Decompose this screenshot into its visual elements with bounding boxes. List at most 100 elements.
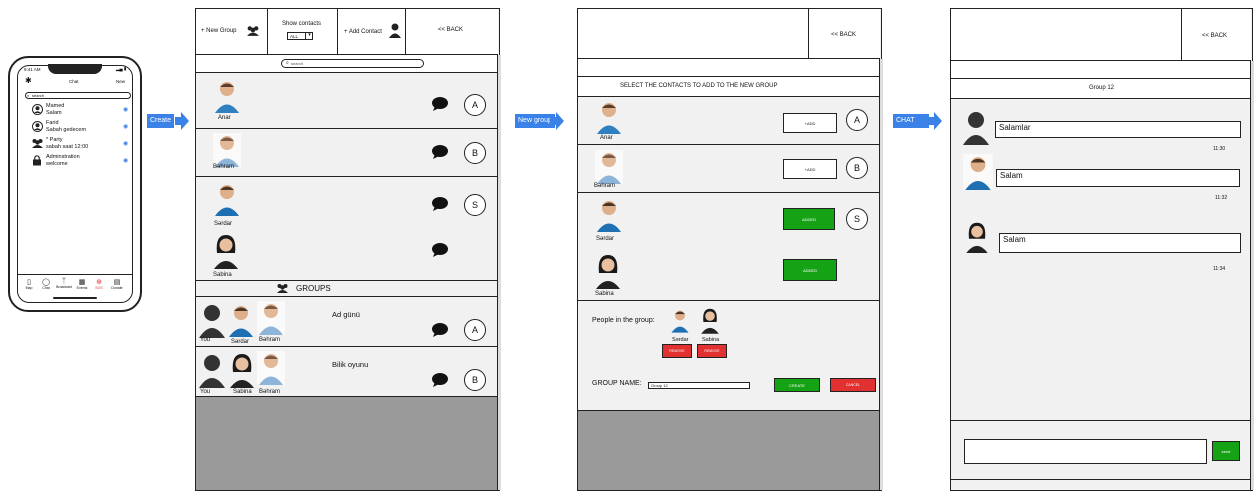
remove-button[interactable]: REMOVE [662,344,692,358]
empty-area [578,411,880,490]
chat-bubble-icon[interactable] [432,323,448,337]
contact-letter-badge: A [846,109,868,131]
new-group-label: + New Group [201,28,237,34]
chat-bubble-icon[interactable] [432,197,448,211]
group-row-bilik-oyunu[interactable]: You Sabina Bəhram Bilik oyunu B [196,347,498,397]
phone-home-indicator [53,297,97,299]
group-name-input[interactable]: Group 12 [648,382,750,389]
member-name: You [200,389,211,395]
flow-label-chat: CHAT [893,114,929,128]
groups-header: GROUPS [196,281,498,297]
added-button[interactable]: ADDED [783,208,835,230]
contact-letter-badge: S [464,194,486,216]
add-button[interactable]: +ADD [783,113,837,133]
member-name: You [200,337,211,343]
phone-nav-sos[interactable]: ⊕ SOS [91,278,107,290]
avatar-silhouette [963,112,989,145]
person-icon [389,23,401,38]
contact-photo [214,235,238,269]
phone-chat-item[interactable]: Farid Sabah gedecem ◉ [30,119,140,136]
lifebuoy-icon: ⊕ [96,279,102,286]
phone-chat-message: Sabah gedecem [46,127,87,133]
show-contacts-select[interactable]: ALL ▾ [287,32,313,40]
contacts-back-button[interactable]: << BACK [406,9,498,55]
chevron-right-icon: ◉ [123,124,129,130]
scrollbar[interactable] [1250,61,1254,490]
message-bubble: Salam [996,169,1240,187]
member-name: Sabina [702,337,720,343]
contact-row-serdar[interactable]: Sərdar S [196,177,498,231]
select-row-anar: Anar +ADD A [578,97,880,145]
search-icon: ⌕ [27,93,30,98]
phone-nav-map[interactable]: ▯ Map [21,278,37,290]
select-back-button[interactable]: << BACK [808,9,880,59]
arrow-right-icon [928,112,942,130]
chat-bubble-icon[interactable] [432,373,448,387]
phone-nav-donate[interactable]: ▤ Donate [108,278,126,290]
group-letter-badge: A [464,319,486,341]
select-header: << BACK [578,9,880,59]
chat-back-button[interactable]: << BACK [1181,9,1251,61]
select-row-sabina: Sabina ADDED [578,251,880,301]
cancel-button[interactable]: CANCEL [830,378,876,392]
contact-row-sabina[interactable]: Sabina [196,231,498,281]
phone-nav-events[interactable]: ▦ Events [74,278,90,290]
chat-bubble-icon[interactable] [432,243,448,257]
add-contact-button[interactable]: + Add Contact [338,9,406,55]
phone-chat-item[interactable]: Mamed Salam ◉ [30,102,140,119]
new-group-button[interactable]: + New Group [196,9,268,55]
member-photo [966,222,988,253]
group-title: Ad günü [332,310,360,319]
contact-row-behram[interactable]: Bəhram B [196,129,498,177]
show-contacts-label: Show contacts [282,21,322,27]
contact-letter-badge: S [846,208,868,230]
group-icon [32,139,43,148]
message-time: 11:32 [1215,195,1228,201]
select-title: SELECT THE CONTACTS TO ADD TO THE NEW GR… [620,83,778,89]
group-name-value: Group 12 [651,383,668,388]
phone-chat-message: welcome [46,161,68,167]
phone-nav-label: Map [25,286,33,290]
add-button[interactable]: +ADD [783,159,837,179]
phone-chat-item[interactable]: * Party sabah saat 12:00 ◉ [30,136,140,153]
remove-button[interactable]: REMOVE [697,344,727,358]
contact-name: Sabina [213,272,232,278]
member-name: Bəhram [259,389,281,395]
phone-nav-broadcast[interactable]: ᛉ Broadcast [55,278,73,289]
scrollbar[interactable] [879,59,883,490]
message-time: 11:34 [1213,266,1226,272]
avatar-icon [32,121,43,132]
group-row-ad-gunu[interactable]: You Sərdar Bəhram Ad günü A [196,297,498,347]
arrow-right-icon [175,112,189,130]
phone-new-button[interactable]: New [116,79,125,84]
phone-search-input[interactable]: ⌕ search [25,92,131,99]
gear-icon[interactable]: ✱ [25,76,32,85]
phone-chat-item[interactable]: Adminstration welcome ◉ [30,153,140,170]
phone-nav-label: Donate [111,286,123,290]
scrollbar[interactable] [497,55,501,490]
message-input[interactable] [964,439,1207,464]
create-button[interactable]: CREATE [774,378,820,392]
group-icon [277,284,288,293]
contact-row-anar[interactable]: Anar A [196,73,498,129]
chat-bubble-icon[interactable] [432,97,448,111]
contact-photo [597,103,621,134]
send-button[interactable]: send [1212,441,1240,461]
message-bubble: Salam [999,233,1241,253]
back-label: << BACK [438,27,464,33]
search-icon: ⌕ [286,60,289,66]
member-name: Sabina [233,389,252,395]
chat-bubble-icon[interactable] [432,145,448,159]
select-row-behram: Bəhram +ADD B [578,145,880,193]
added-button[interactable]: ADDED [783,259,837,281]
select-contacts-screen: << BACK SELECT THE CONTACTS TO ADD TO TH… [577,8,883,491]
contacts-search-input[interactable]: ⌕ search [281,59,424,68]
contact-photo [596,255,620,289]
back-label: << BACK [1202,33,1228,39]
phone-mockup: 9:41 AM ▂▄ ▮ ✱ Chat New ⌕ search Mamed S… [8,56,142,312]
phone-nav-label: Events [76,286,88,290]
member-photo [701,308,719,334]
chevron-down-icon: ▾ [305,32,313,40]
phone-nav-chat[interactable]: ◯ Chat [38,278,54,290]
map-icon: ▯ [27,279,31,286]
